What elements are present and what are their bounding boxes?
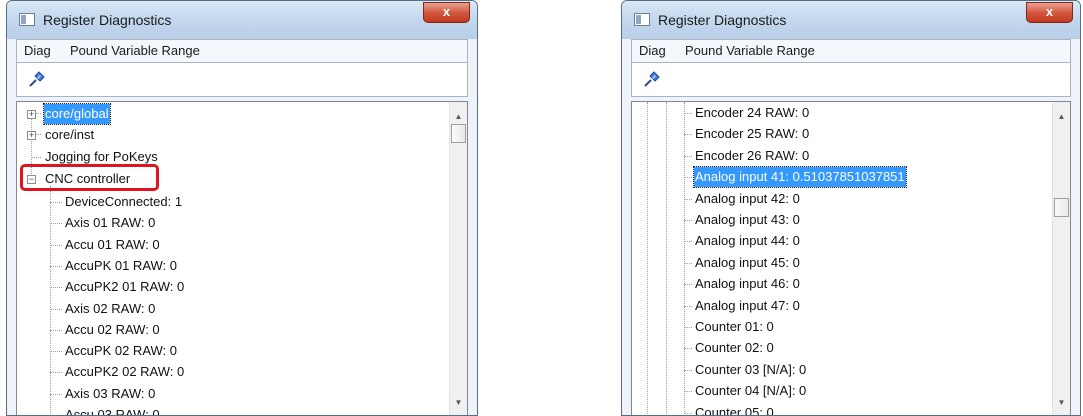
close-button[interactable]: x — [1026, 2, 1073, 23]
tree-connector — [684, 134, 692, 136]
tree-item-label: Axis 03 RAW: 0 — [65, 385, 156, 401]
register-tree[interactable]: Encoder 24 RAW: 0 Encoder 25 RAW: 0 Encode… — [631, 101, 1071, 415]
tree-item-label: Analog input 43: 0 — [695, 212, 800, 227]
tree-item-label: Counter 01: 0 — [695, 319, 774, 334]
tree-connector — [684, 348, 692, 350]
tree-connector — [666, 102, 667, 415]
tree-item-label: Accu 01 RAW: 0 — [65, 236, 160, 252]
scroll-down-arrow-icon[interactable]: ▼ — [450, 394, 467, 411]
tree-item-label: Counter 04 [N/A]: 0 — [695, 383, 807, 399]
tree-item-label: Analog input 42: 0 — [695, 190, 800, 206]
tree-item-label: core/inst — [45, 127, 95, 142]
register-diagnostics-window-right: Register Diagnostics x Diag Pound Variab… — [621, 0, 1081, 416]
menu-bar: Diag Pound Variable Range — [16, 39, 468, 63]
tree-item-label: Analog input 47: 0 — [695, 297, 800, 313]
pin-icon[interactable] — [642, 69, 662, 89]
tree-connector — [684, 327, 692, 328]
tree-item-label: Axis 01 RAW: 0 — [65, 215, 156, 231]
tree-connector — [684, 284, 692, 286]
menu-diag[interactable]: Diag — [639, 43, 666, 58]
tree-item-label: core/global — [43, 103, 111, 125]
tree-connector — [647, 102, 648, 415]
tree-item-label: Counter 02: 0 — [695, 340, 774, 356]
tree-connector — [50, 329, 62, 331]
window-icon — [634, 13, 650, 26]
tree-connector — [684, 102, 685, 415]
tree-connector — [684, 412, 692, 414]
tree-connector — [684, 220, 692, 221]
menu-diag[interactable]: Diag — [24, 43, 51, 58]
title-bar[interactable]: Register Diagnostics x — [7, 1, 477, 39]
tree-connector — [684, 198, 692, 200]
vertical-scrollbar[interactable]: ▲ ▼ — [449, 102, 467, 415]
tree-connector — [50, 265, 62, 267]
tree-item-label: Accu 03 RAW: 0 — [65, 407, 160, 415]
tree-item-label: Analog input 41: 0.51037851037851 — [693, 166, 907, 189]
tree-connector — [50, 223, 62, 225]
tree-connector — [50, 308, 62, 310]
expand-icon[interactable]: + — [27, 131, 36, 140]
tree-item-label: AccuPK2 02 RAW: 0 — [65, 364, 185, 380]
tree-connector — [50, 393, 62, 395]
scrollbar-thumb[interactable] — [451, 124, 466, 143]
scrollbar-thumb[interactable] — [1054, 198, 1069, 217]
toolbar — [16, 63, 468, 97]
vertical-scrollbar[interactable]: ▲ ▼ — [1052, 102, 1070, 415]
menu-bar: Diag Pound Variable Range — [631, 39, 1071, 63]
window-title: Register Diagnostics — [43, 12, 172, 28]
tree-item-label: DeviceConnected: 1 — [65, 194, 183, 209]
tree-connector — [50, 202, 62, 203]
tree-connector — [684, 241, 692, 243]
tree-connector — [684, 262, 692, 264]
tree-connector — [50, 287, 62, 289]
tree-item-label: Encoder 26 RAW: 0 — [695, 147, 810, 163]
tree-connector — [50, 244, 62, 246]
tree-item-label: Counter 05: 0 — [695, 404, 774, 415]
tree-connector — [684, 305, 692, 307]
tree-connector — [50, 351, 62, 353]
menu-pound-variable-range[interactable]: Pound Variable Range — [685, 43, 815, 58]
scroll-up-arrow-icon[interactable]: ▲ — [450, 108, 467, 125]
window-title: Register Diagnostics — [658, 12, 787, 28]
close-button[interactable]: x — [423, 2, 470, 23]
toolbar — [631, 63, 1071, 97]
register-tree[interactable]: + core/global + core/inst Jogging for Po… — [16, 101, 468, 415]
tree-item-label: AccuPK 01 RAW: 0 — [65, 257, 177, 273]
pin-icon[interactable] — [27, 69, 47, 89]
tree-connector — [684, 113, 692, 114]
scroll-up-arrow-icon[interactable]: ▲ — [1053, 108, 1070, 125]
tree-item-label: Encoder 24 RAW: 0 — [695, 105, 810, 120]
window-icon — [19, 13, 35, 26]
tree-item-label: Accu 02 RAW: 0 — [65, 321, 160, 337]
tree-item-label: Analog input 44: 0 — [695, 233, 800, 249]
tree-item-label: AccuPK 02 RAW: 0 — [65, 343, 177, 359]
expand-icon[interactable]: + — [27, 110, 36, 119]
tree-item-label: Encoder 25 RAW: 0 — [695, 126, 810, 142]
tree-item-label: Axis 02 RAW: 0 — [65, 300, 156, 316]
tree-connector — [684, 369, 692, 371]
tree-connector — [684, 177, 692, 179]
tree-connector — [50, 372, 62, 374]
tree-connector — [50, 186, 51, 415]
tree-item-label: Analog input 46: 0 — [695, 276, 800, 292]
tree-item-label: AccuPK2 01 RAW: 0 — [65, 279, 185, 295]
register-diagnostics-window-left: Register Diagnostics x Diag Pound Variab… — [6, 0, 478, 416]
menu-pound-variable-range[interactable]: Pound Variable Range — [70, 43, 200, 58]
scroll-down-arrow-icon[interactable]: ▼ — [1053, 394, 1070, 411]
tree-connector — [31, 157, 41, 158]
tree-connector — [684, 155, 692, 157]
tree-connector — [684, 391, 692, 393]
title-bar[interactable]: Register Diagnostics x — [622, 1, 1080, 39]
tree-item-label: Analog input 45: 0 — [695, 254, 800, 270]
annotation-highlight-box — [20, 164, 159, 191]
tree-item-label: Counter 03 [N/A]: 0 — [695, 361, 807, 377]
